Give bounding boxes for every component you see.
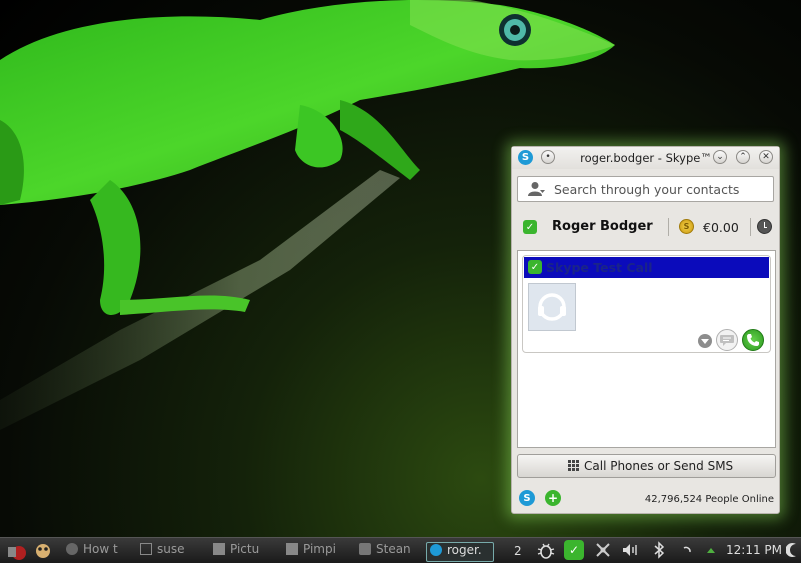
add-contact-icon[interactable]: + (545, 490, 561, 506)
skype-window: S • roger.bodger - Skype™ ⌄ ⌃ ✕ Search t… (511, 146, 780, 514)
search-contacts-input[interactable]: Search through your contacts (517, 176, 774, 202)
credit-balance[interactable]: €0.00 (703, 220, 739, 235)
history-clock-icon[interactable] (757, 219, 772, 234)
taskbar-task-terminal[interactable]: suse (140, 542, 192, 560)
window-titlebar[interactable]: S • roger.bodger - Skype™ ⌄ ⌃ ✕ (512, 147, 779, 169)
close-button[interactable]: ✕ (759, 150, 773, 164)
bug-icon[interactable] (536, 541, 556, 561)
browser-icon (66, 543, 78, 555)
chat-button[interactable] (716, 329, 738, 351)
divider (750, 218, 751, 236)
volume-icon[interactable] (622, 541, 638, 559)
terminal-icon (140, 543, 152, 555)
online-status-icon: ✓ (528, 260, 542, 274)
contact-name: Skype Test Call (546, 260, 653, 275)
dialpad-icon (568, 460, 579, 471)
chat-bubble-icon (720, 335, 734, 346)
minimize-button[interactable]: ⌄ (713, 150, 727, 164)
taskbar-task-steam[interactable]: Stean (359, 542, 415, 560)
moon-icon[interactable] (786, 541, 800, 559)
headset-icon (538, 293, 566, 321)
search-placeholder: Search through your contacts (554, 182, 740, 197)
network-icon[interactable] (594, 541, 612, 559)
call-phones-label: Call Phones or Send SMS (584, 459, 734, 473)
taskbar-task-document[interactable]: Pimpi (286, 542, 342, 560)
gecko-icon[interactable] (34, 542, 52, 560)
maximize-button[interactable]: ⌃ (736, 150, 750, 164)
online-status-icon[interactable]: ✓ (523, 220, 537, 234)
phone-icon (747, 334, 759, 346)
divider (668, 218, 669, 236)
contact-header[interactable]: ✓ Skype Test Call (524, 257, 769, 278)
taskbar-task-skype[interactable]: roger. (426, 542, 494, 562)
avatar (528, 283, 576, 331)
skype-status-tray-icon[interactable]: ✓ (564, 540, 584, 560)
profile-bar: ✓ Roger Bodger S €0.00 (517, 214, 776, 240)
window-title: roger.bodger - Skype™ (580, 151, 712, 165)
clock[interactable]: 12:11 PM (726, 543, 782, 557)
desktop-pager[interactable]: 2 (514, 544, 522, 558)
call-button[interactable] (742, 329, 764, 351)
skype-credit-icon[interactable]: S (679, 219, 694, 234)
taskbar: How t suse Pictu Pimpi Stean roger. 2 ✓ … (0, 537, 801, 563)
taskbar-task-pictures[interactable]: Pictu (213, 542, 271, 560)
person-icon (528, 182, 545, 196)
people-online-count: 42,796,524 People Online (644, 494, 774, 505)
contact-list[interactable]: ✓ Skype Test Call (517, 250, 776, 448)
status-footer: S + 42,796,524 People Online (512, 485, 779, 513)
taskbar-task-browser[interactable]: How t (66, 542, 124, 560)
app-menu-icon[interactable] (5, 541, 27, 561)
document-icon (286, 543, 298, 555)
skype-icon: S (518, 150, 533, 165)
user-name[interactable]: Roger Bodger (552, 219, 653, 234)
tray-expand-icon[interactable] (706, 545, 716, 555)
window-menu-button[interactable]: • (541, 150, 555, 164)
skype-home-icon[interactable]: S (519, 490, 535, 506)
loading-spinner-icon (683, 546, 691, 553)
skype-icon (430, 544, 442, 556)
more-options-dropdown[interactable] (698, 334, 712, 348)
bluetooth-icon[interactable] (652, 541, 666, 559)
tools-icon (359, 543, 371, 555)
call-phones-sms-button[interactable]: Call Phones or Send SMS (517, 454, 776, 478)
list-item[interactable]: ✓ Skype Test Call (522, 255, 771, 353)
image-icon (213, 543, 225, 555)
